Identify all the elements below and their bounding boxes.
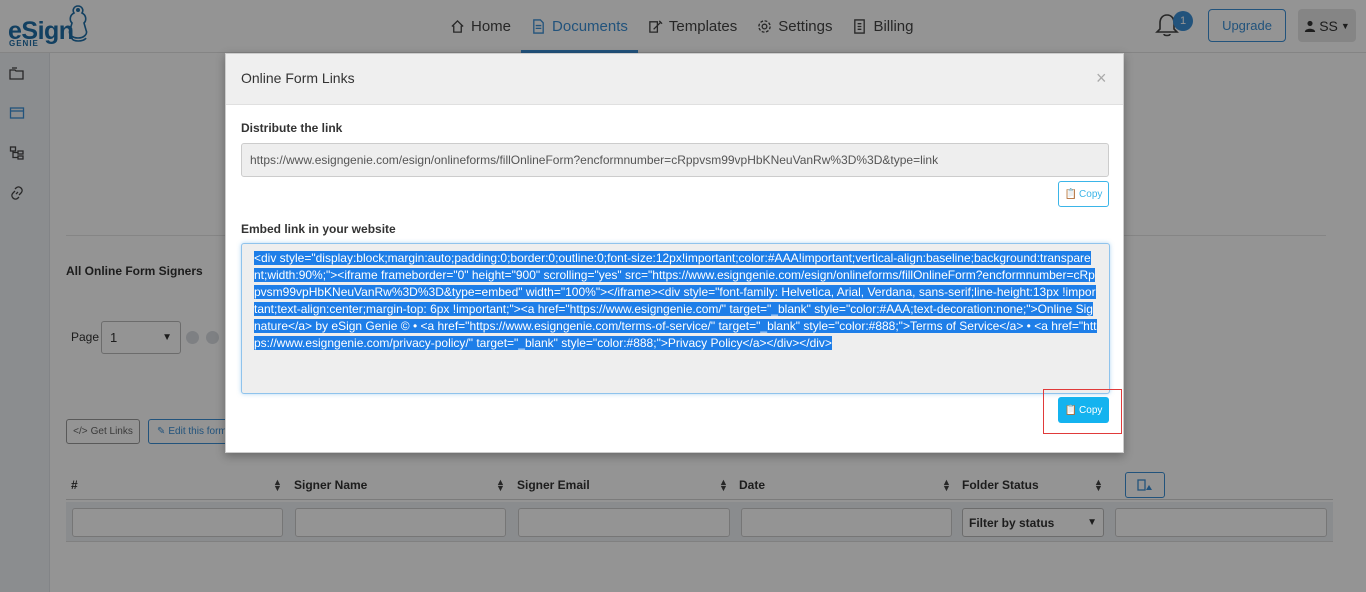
clipboard-icon: 📋 bbox=[1064, 188, 1078, 200]
distribute-link-label: Distribute the link bbox=[241, 121, 343, 135]
modal-title: Online Form Links bbox=[241, 70, 355, 86]
copy-link-button[interactable]: 📋 Copy bbox=[1058, 181, 1109, 207]
distribute-link-field[interactable]: https://www.esigngenie.com/esign/onlinef… bbox=[241, 143, 1109, 177]
modal-header: Online Form Links × bbox=[226, 54, 1123, 105]
embed-code-selection: <div style="display:block;margin:auto;pa… bbox=[254, 251, 1097, 350]
embed-code-textarea[interactable]: <div style="display:block;margin:auto;pa… bbox=[241, 243, 1110, 394]
embed-link-label: Embed link in your website bbox=[241, 222, 396, 236]
copy-embed-highlight bbox=[1043, 389, 1122, 434]
copy-link-label: Copy bbox=[1079, 188, 1103, 200]
online-form-links-modal: Online Form Links × Distribute the link … bbox=[225, 53, 1124, 453]
close-icon[interactable]: × bbox=[1096, 68, 1107, 89]
embed-code-text: <div style="display:block;margin:auto;pa… bbox=[254, 250, 1097, 352]
